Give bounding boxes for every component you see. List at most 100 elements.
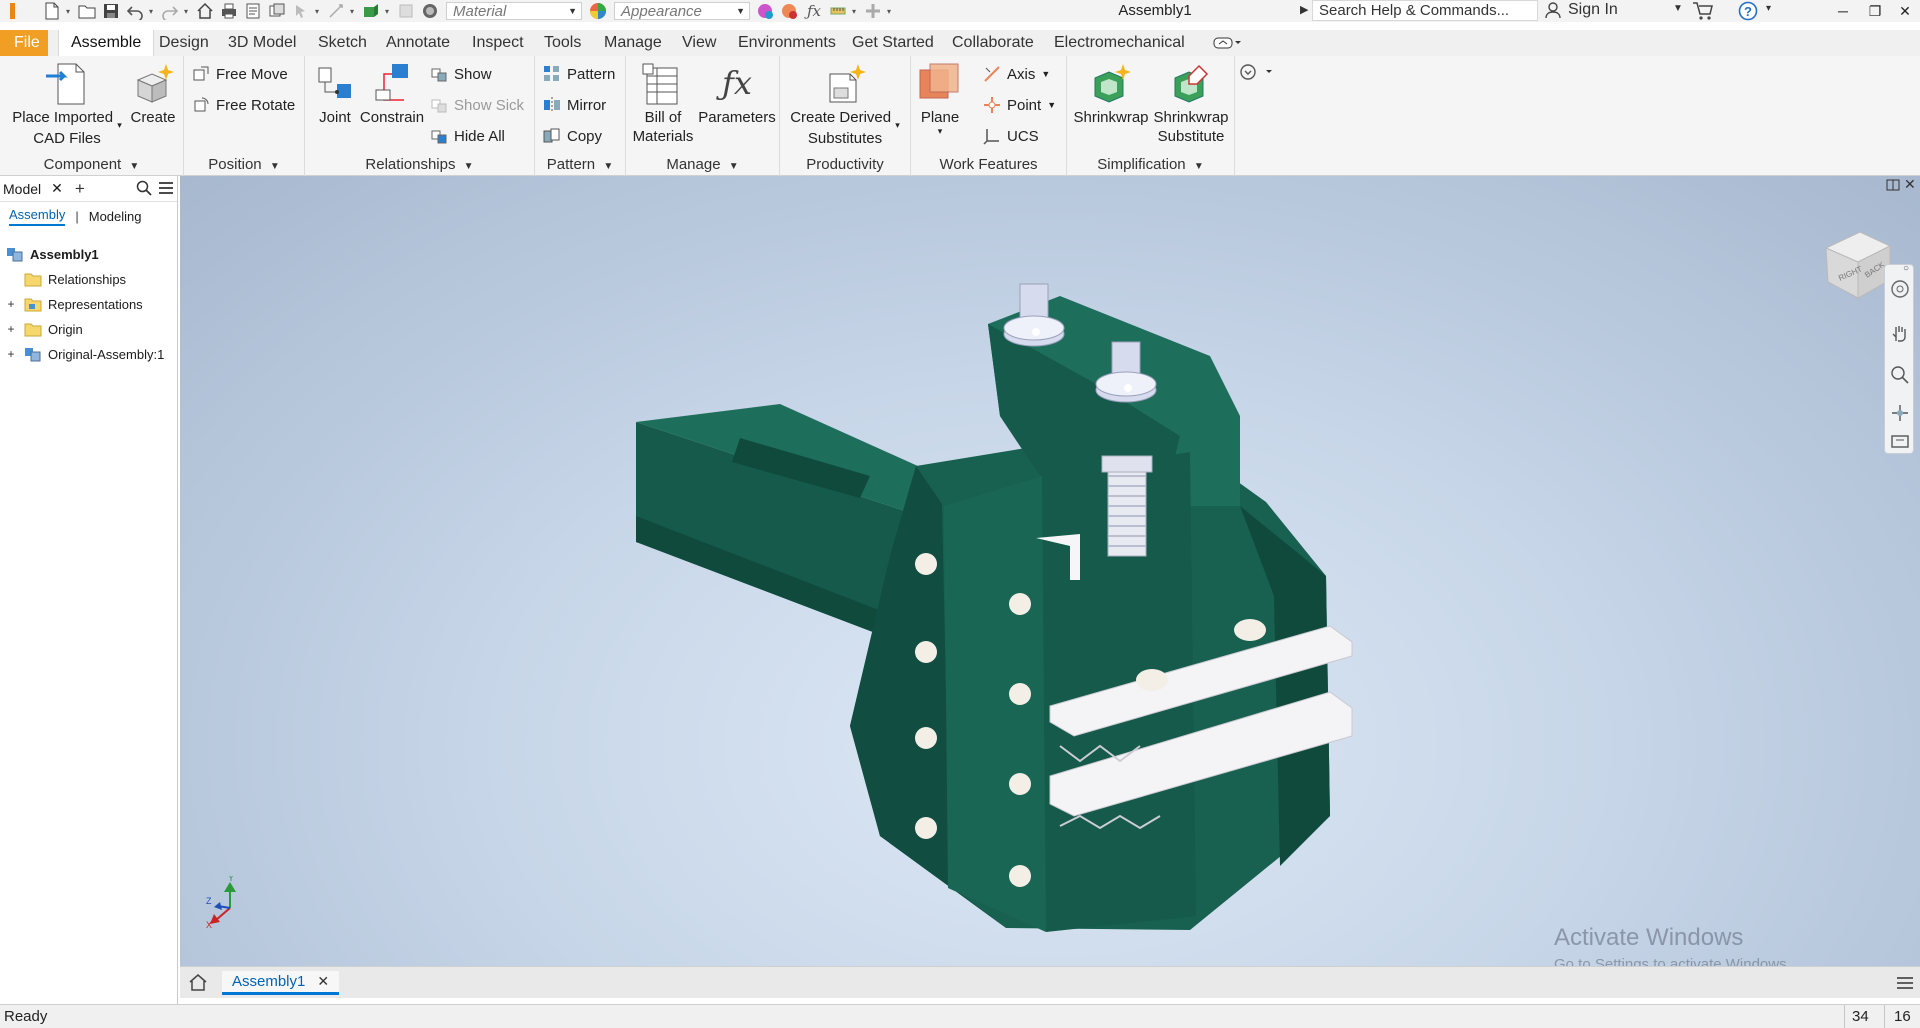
copy-button[interactable]: Copy [543, 125, 602, 147]
shrinkwrap-button[interactable]: Shrinkwrap [1071, 62, 1151, 127]
subtab-modeling[interactable]: Modeling [89, 209, 142, 224]
tab-get-started[interactable]: Get Started [851, 30, 935, 56]
tab-annotate[interactable]: Annotate [385, 30, 451, 56]
orbit-icon[interactable] [1890, 403, 1910, 426]
parameters-fx-icon[interactable]: ƒx [805, 2, 823, 20]
tab-manage[interactable]: Manage [603, 30, 663, 56]
adjust-appearance-icon[interactable] [757, 2, 775, 20]
tree-node-origin[interactable]: + Origin [6, 318, 83, 340]
point-dropdown-caret-icon[interactable]: ▼ [1047, 100, 1056, 110]
browser-add-icon[interactable]: + [75, 179, 85, 199]
ribbon-display-toggle-icon[interactable] [1213, 36, 1243, 53]
material-dropdown-caret-icon[interactable]: ▼ [568, 6, 577, 16]
shrinkwrap-substitute-button[interactable]: Shrinkwrap Substitute [1151, 62, 1231, 146]
restore-button[interactable]: ❐ [1860, 0, 1890, 22]
new-dropdown-caret-icon[interactable]: ▾ [64, 7, 72, 16]
properties-icon[interactable] [244, 2, 262, 20]
help-icon[interactable]: ? [1738, 1, 1758, 24]
undo-icon[interactable] [126, 2, 144, 20]
redo-dropdown-caret-icon[interactable]: ▾ [182, 7, 190, 16]
cart-icon[interactable] [1692, 1, 1714, 24]
pattern-panel-title[interactable]: Pattern ▼ [535, 156, 625, 173]
new-document-icon[interactable] [43, 2, 61, 20]
position-panel-title[interactable]: Position ▼ [184, 156, 304, 173]
parameters-button[interactable]: ƒx Parameters [698, 62, 776, 127]
pattern-button[interactable]: Pattern [543, 63, 615, 85]
look-at-icon[interactable] [1890, 431, 1910, 454]
simplification-panel-title[interactable]: Simplification ▼ [1067, 156, 1234, 173]
point-button[interactable]: Point ▼ [983, 94, 1056, 116]
ucs-button[interactable]: UCS [983, 125, 1039, 147]
subtab-assembly[interactable]: Assembly [9, 207, 66, 226]
tab-environments[interactable]: Environments [737, 30, 837, 56]
tab-design[interactable]: Design [158, 30, 210, 56]
component-dropdown-caret-icon[interactable]: ▾ [383, 7, 391, 16]
measure-dropdown-caret-icon[interactable]: ▾ [850, 7, 858, 16]
tab-tools[interactable]: Tools [543, 30, 582, 56]
component-green-icon[interactable] [362, 2, 380, 20]
measure-icon[interactable] [829, 2, 847, 20]
appearance-ball-icon[interactable] [589, 2, 607, 20]
tab-electromechanical[interactable]: Electromechanical [1053, 30, 1186, 56]
axis-dropdown-caret-icon[interactable]: ▼ [1041, 69, 1050, 79]
expand-arrow-icon[interactable]: ▶ [1300, 3, 1308, 16]
vice-assembly-model[interactable] [180, 176, 1920, 966]
project-icon[interactable] [268, 2, 286, 20]
component-panel-title[interactable]: Component ▼ [0, 156, 183, 173]
material-combo[interactable]: Material ▼ [446, 2, 582, 20]
expand-plus-icon[interactable]: + [6, 298, 16, 310]
browser-tab-model[interactable]: Model [3, 181, 41, 197]
select-dropdown-caret-icon[interactable]: ▾ [313, 7, 321, 16]
minimize-button[interactable]: ─ [1828, 0, 1858, 22]
pan-hand-icon[interactable] [1890, 323, 1910, 346]
home-icon[interactable] [196, 2, 214, 20]
plane-button[interactable]: Plane ▾ [917, 62, 963, 136]
tab-view[interactable]: View [681, 30, 717, 56]
ribbon-options-icon[interactable] [1240, 64, 1276, 83]
constrain-button[interactable]: Constrain [357, 62, 427, 127]
sign-in-button[interactable]: Sign In [1544, 1, 1618, 19]
open-folder-icon[interactable] [78, 2, 96, 20]
place-imported-cad-button[interactable]: Place Imported ▾ CAD Files [12, 62, 122, 148]
tree-node-representations[interactable]: + Representations [6, 293, 143, 315]
select-icon[interactable] [292, 2, 310, 20]
hide-all-button[interactable]: Hide All [430, 125, 505, 147]
tab-file[interactable]: File [0, 30, 48, 56]
navbar-close-icon[interactable]: ○ [1903, 263, 1909, 274]
tab-3d-model[interactable]: 3D Model [227, 30, 297, 56]
browser-close-icon[interactable]: ✕ [51, 180, 63, 197]
save-icon[interactable] [102, 2, 120, 20]
browser-menu-icon[interactable] [158, 180, 174, 199]
bill-of-materials-button[interactable]: Bill of Materials [630, 62, 696, 146]
joint-button[interactable]: Joint [310, 62, 360, 127]
close-window-button[interactable]: ✕ [1890, 0, 1920, 22]
undo-dropdown-caret-icon[interactable]: ▾ [147, 7, 155, 16]
sketch-icon[interactable] [327, 2, 345, 20]
tab-sketch[interactable]: Sketch [317, 30, 368, 56]
sketch-dropdown-caret-icon[interactable]: ▾ [348, 7, 356, 16]
document-tab-close-icon[interactable]: ✕ [317, 973, 329, 990]
search-input[interactable]: Search Help & Commands... [1312, 0, 1538, 21]
show-button[interactable]: Show [430, 63, 492, 85]
tab-collaborate[interactable]: Collaborate [951, 30, 1035, 56]
browser-search-icon[interactable] [136, 180, 152, 199]
create-component-button[interactable]: Create [128, 62, 178, 127]
redo-icon[interactable] [161, 2, 179, 20]
add-icon[interactable] [864, 2, 882, 20]
tree-node-assembly1[interactable]: Assembly1 [6, 243, 99, 265]
update-icon[interactable] [397, 2, 415, 20]
axis-button[interactable]: Axis ▼ [983, 63, 1050, 85]
tree-node-original-assembly[interactable]: + Original-Assembly:1 [6, 343, 164, 365]
help-caret-icon[interactable]: ▾ [1766, 3, 1771, 14]
manage-panel-title[interactable]: Manage ▼ [626, 156, 779, 173]
expand-plus-icon[interactable]: + [6, 323, 16, 335]
free-move-button[interactable]: Free Move [192, 63, 288, 85]
appearance-combo[interactable]: Appearance ▼ [614, 2, 750, 20]
sign-in-caret-icon[interactable]: ▼ [1673, 3, 1683, 14]
customize-caret-icon[interactable]: ▾ [885, 7, 893, 16]
zoom-icon[interactable] [1890, 365, 1910, 388]
relationships-panel-title[interactable]: Relationships ▼ [305, 156, 534, 173]
inventor-logo-icon[interactable] [8, 2, 18, 20]
free-rotate-button[interactable]: Free Rotate [192, 94, 295, 116]
document-tab-assembly1[interactable]: Assembly1 ✕ [222, 971, 340, 995]
